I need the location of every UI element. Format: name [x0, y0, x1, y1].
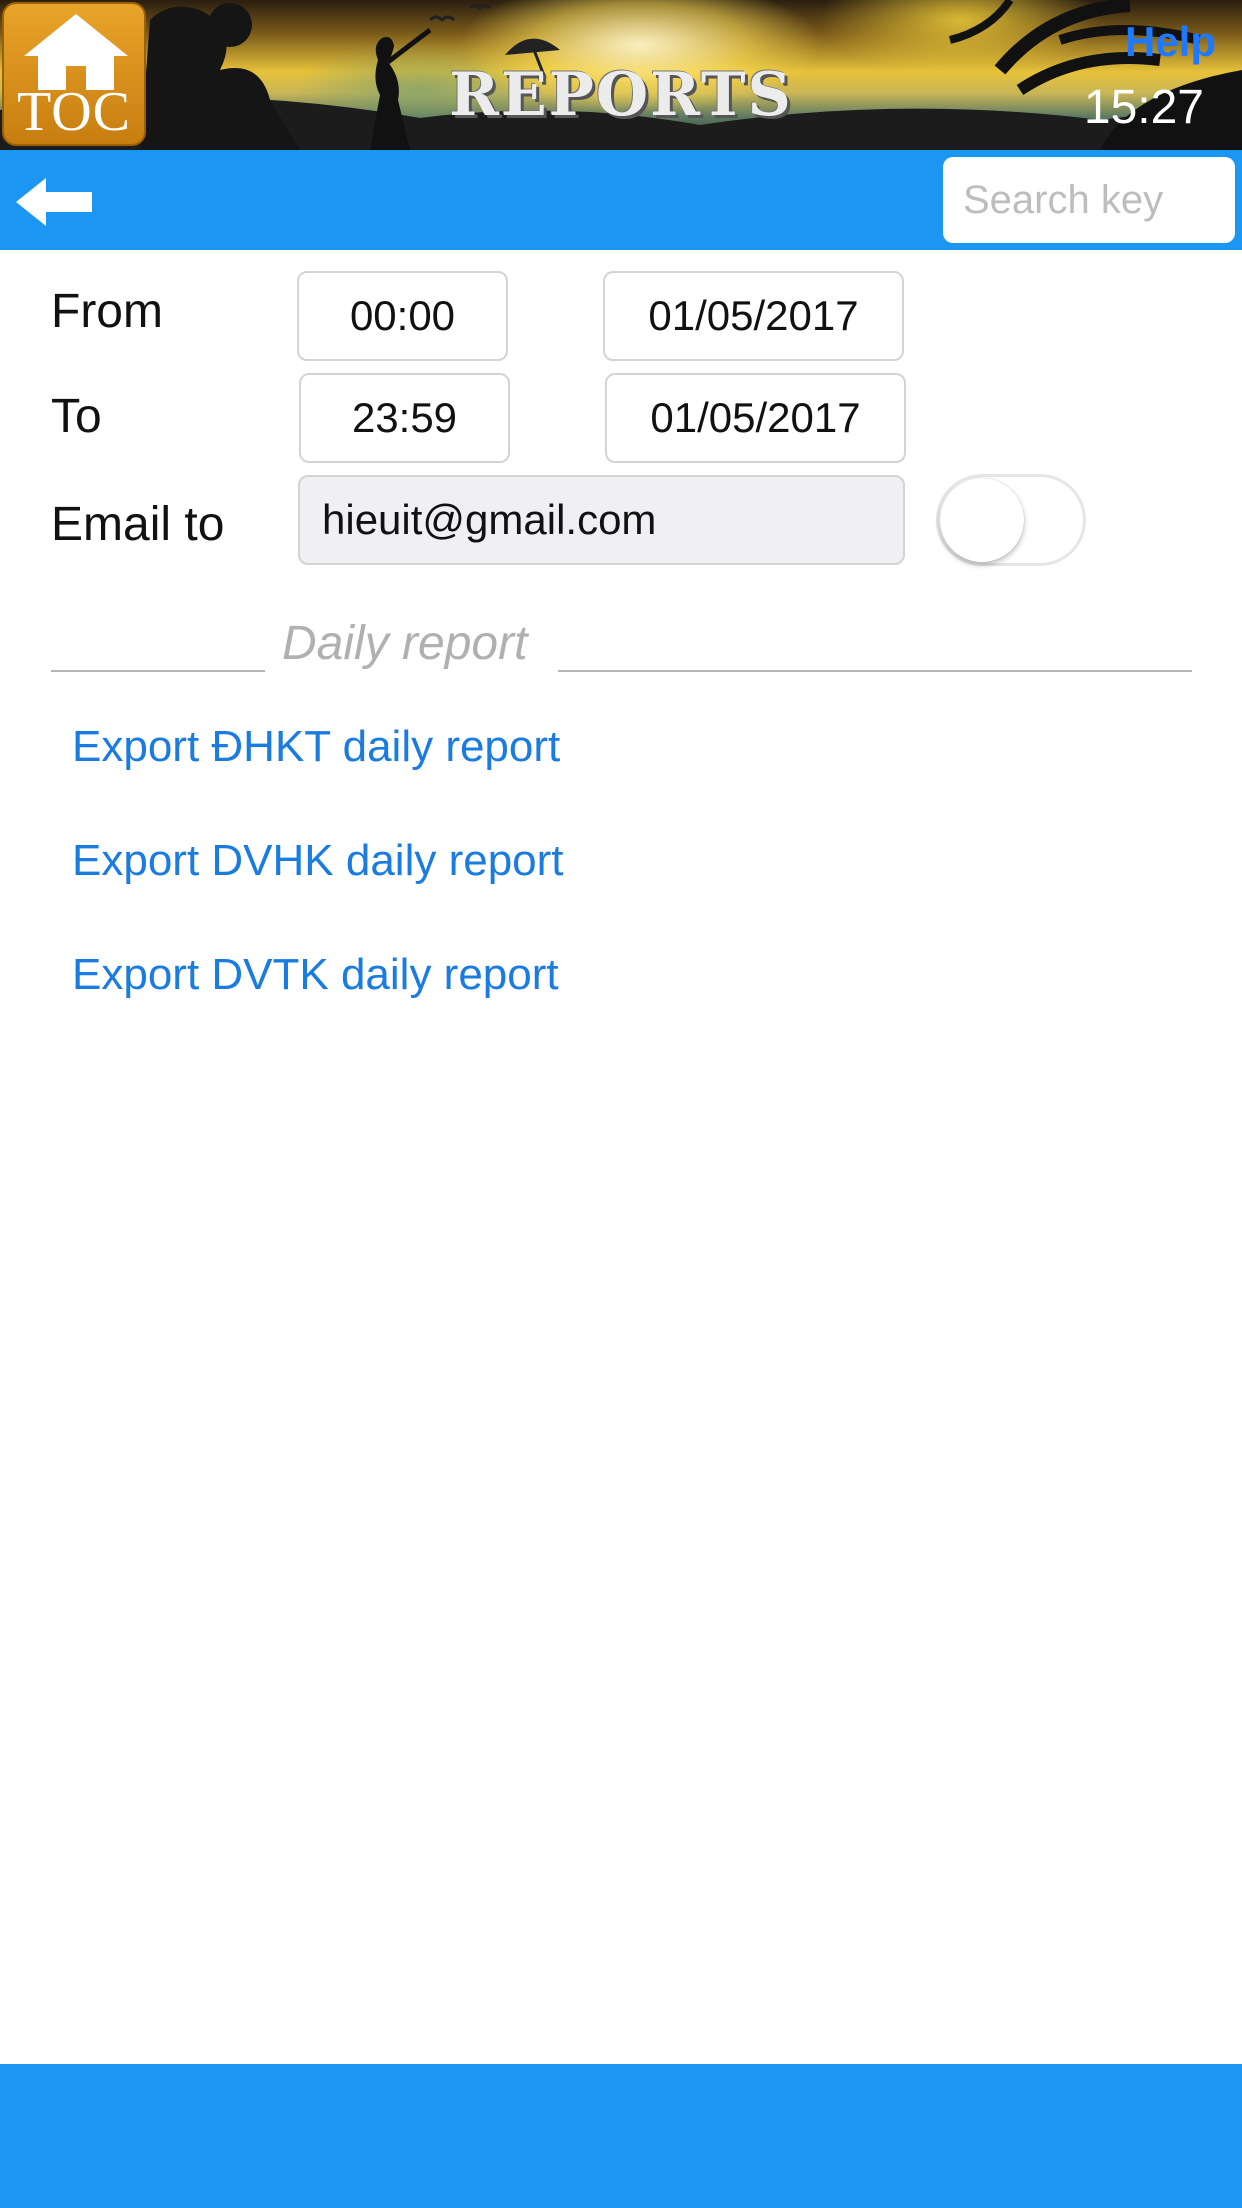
to-time-field[interactable]: 23:59	[299, 373, 510, 463]
help-link[interactable]: Help	[1125, 18, 1216, 66]
section-divider-right	[558, 670, 1192, 672]
section-divider-left	[51, 670, 265, 672]
to-date-field[interactable]: 01/05/2017	[605, 373, 906, 463]
page-title: REPORTS	[449, 60, 793, 130]
back-arrow-icon	[16, 178, 92, 226]
email-label: Email to	[51, 498, 225, 551]
header-banner: TOC REPORTS Help 15:27	[0, 0, 1242, 150]
email-field[interactable]: hieuit@gmail.com	[298, 475, 905, 565]
toolbar	[0, 150, 1242, 250]
daily-report-heading: Daily report	[282, 617, 528, 670]
export-dhkt-link[interactable]: Export ĐHKT daily report	[72, 722, 560, 772]
export-dvhk-link[interactable]: Export DVHK daily report	[72, 836, 564, 886]
back-button[interactable]	[16, 178, 98, 226]
search-input[interactable]	[943, 157, 1235, 243]
to-label: To	[51, 390, 102, 443]
footer-bar	[0, 2064, 1242, 2208]
email-toggle[interactable]	[936, 474, 1086, 566]
from-time-field[interactable]: 00:00	[297, 271, 508, 361]
toggle-knob	[940, 478, 1024, 562]
clock: 15:27	[1083, 81, 1204, 134]
export-dvtk-link[interactable]: Export DVTK daily report	[72, 950, 559, 1000]
from-label: From	[51, 285, 163, 338]
from-date-field[interactable]: 01/05/2017	[603, 271, 904, 361]
